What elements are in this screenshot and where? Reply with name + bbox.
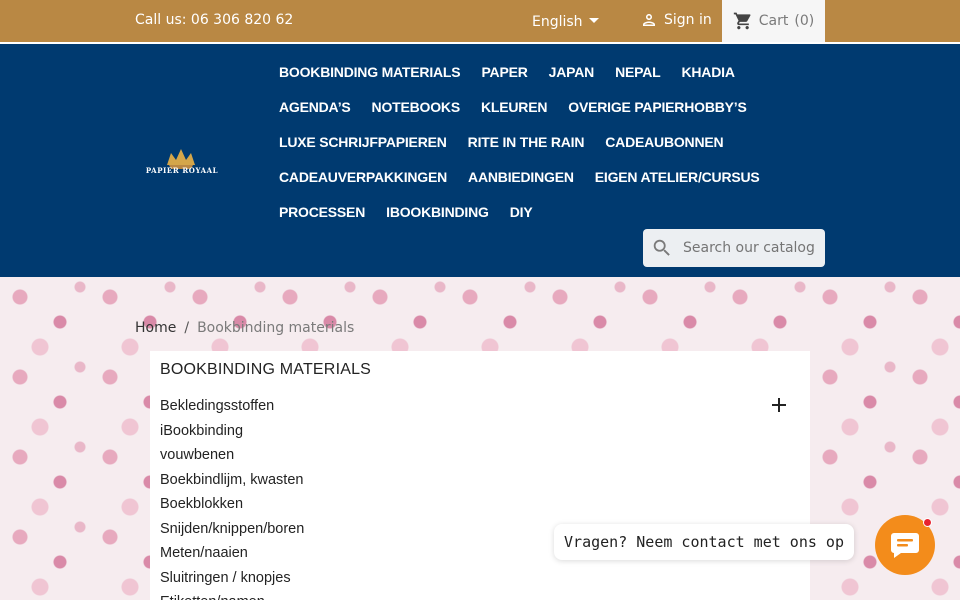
list-item[interactable]: Sluitringen / knopjes	[160, 568, 304, 593]
chat-icon	[891, 533, 919, 558]
list-item[interactable]: Boekblokken	[160, 494, 304, 519]
nav-row: LUXE SCHRIJFPAPIEREN RITE IN THE RAIN CA…	[279, 124, 839, 159]
search-icon[interactable]	[651, 237, 673, 259]
logo-text: PAPIER ROYAAL	[145, 166, 219, 175]
nav-row: CADEAUVERPAKKINGEN AANBIEDINGEN EIGEN AT…	[279, 159, 839, 194]
chat-prompt-bubble[interactable]: Vragen? Neem contact met ons op	[554, 524, 854, 560]
nav-item-bookbinding-materials[interactable]: BOOKBINDING MATERIALS	[279, 64, 461, 80]
nav-item-paper[interactable]: PAPER	[481, 64, 527, 80]
nav-item-cadeaubonnen[interactable]: CADEAUBONNEN	[605, 134, 723, 150]
cart-label: Cart	[758, 13, 789, 29]
cart-icon	[733, 12, 751, 30]
chevron-down-icon	[588, 18, 599, 23]
breadcrumb: Home / Bookbinding materials	[135, 320, 354, 336]
breadcrumb-separator: /	[184, 320, 190, 336]
list-item[interactable]: Etiketten/namen	[160, 592, 304, 600]
nav-item-japan[interactable]: JAPAN	[549, 64, 595, 80]
nav-item-luxe-schrijfpapieren[interactable]: LUXE SCHRIJFPAPIEREN	[279, 134, 447, 150]
nav-item-eigen-atelier-cursus[interactable]: EIGEN ATELIER/CURSUS	[595, 169, 760, 185]
nav-item-agendas[interactable]: AGENDA’S	[279, 99, 351, 115]
plus-icon[interactable]	[771, 397, 787, 413]
cart-button[interactable]: Cart (0)	[722, 0, 825, 42]
nav-item-diy[interactable]: DIY	[510, 204, 533, 220]
nav-row: AGENDA’S NOTEBOOKS KLEUREN OVERIGE PAPIE…	[279, 89, 839, 124]
user-icon	[643, 14, 655, 26]
main-nav: BOOKBINDING MATERIALS PAPER JAPAN NEPAL …	[279, 54, 839, 229]
list-item[interactable]: vouwbenen	[160, 445, 304, 470]
list-item[interactable]: Snijden/knippen/boren	[160, 519, 304, 544]
logo-crown-icon[interactable]	[139, 147, 223, 181]
nav-item-processen[interactable]: PROCESSEN	[279, 204, 365, 220]
breadcrumb-home[interactable]: Home	[135, 320, 176, 336]
nav-item-ibookbinding[interactable]: IBOOKBINDING	[386, 204, 489, 220]
notification-dot	[923, 518, 932, 527]
cart-count: (0)	[794, 13, 815, 29]
list-item[interactable]: iBookbinding	[160, 421, 304, 446]
sign-in-link[interactable]: Sign in	[640, 11, 712, 29]
list-item[interactable]: Boekbindlijm, kwasten	[160, 470, 304, 495]
nav-item-cadeauverpakkingen[interactable]: CADEAUVERPAKKINGEN	[279, 169, 447, 185]
nav-item-rite-in-the-rain[interactable]: RITE IN THE RAIN	[468, 134, 585, 150]
top-bar: Call us: 06 306 820 62 English Sign in C…	[0, 0, 960, 42]
nav-item-kleuren[interactable]: KLEUREN	[481, 99, 547, 115]
language-selector[interactable]: English	[532, 14, 599, 30]
category-list: Bekledingsstoffen iBookbinding vouwbenen…	[160, 396, 304, 600]
nav-item-aanbiedingen[interactable]: AANBIEDINGEN	[468, 169, 574, 185]
language-label: English	[532, 14, 583, 30]
nav-row: BOOKBINDING MATERIALS PAPER JAPAN NEPAL …	[279, 54, 839, 89]
list-item[interactable]: Bekledingsstoffen	[160, 396, 304, 421]
nav-item-khadia[interactable]: KHADIA	[681, 64, 734, 80]
search-input[interactable]	[683, 240, 818, 256]
sign-in-label: Sign in	[664, 12, 712, 28]
search-box	[643, 229, 825, 267]
breadcrumb-current[interactable]: Bookbinding materials	[197, 320, 354, 336]
category-panel-title[interactable]: BOOKBINDING MATERIALS	[160, 361, 371, 379]
nav-row: PROCESSEN IBOOKBINDING DIY	[279, 194, 839, 229]
nav-item-notebooks[interactable]: NOTEBOOKS	[372, 99, 461, 115]
list-item[interactable]: Meten/naaien	[160, 543, 304, 568]
nav-item-nepal[interactable]: NEPAL	[615, 64, 661, 80]
call-us-text: Call us: 06 306 820 62	[135, 12, 294, 28]
category-panel: BOOKBINDING MATERIALS Bekledingsstoffen …	[150, 351, 810, 600]
main-header: PAPIER ROYAAL BOOKBINDING MATERIALS PAPE…	[0, 44, 960, 277]
nav-item-overige-papierhobbys[interactable]: OVERIGE PAPIERHOBBY’S	[568, 99, 747, 115]
